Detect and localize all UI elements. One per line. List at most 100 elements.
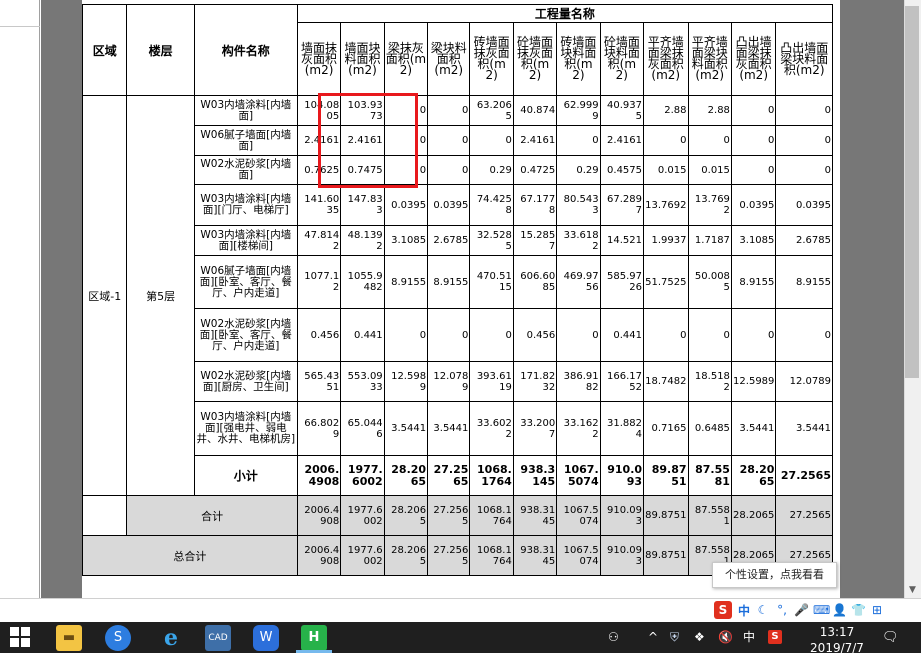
value-cell: 12.0789 <box>775 361 833 402</box>
value-cell: 40.874 <box>512 95 558 126</box>
total-value-cell: 1067.5074 <box>556 495 601 536</box>
column-header: 墙面块料面积(m2) <box>340 22 385 96</box>
value-cell: 8.9155 <box>427 255 471 309</box>
subtotal-value-cell: 1977.6002 <box>340 455 385 496</box>
value-cell: 2.4161 <box>512 125 558 156</box>
value-cell: 0 <box>730 125 777 156</box>
component-name-cell: W02水泥砂浆[内墙面][卧室、客厅、餐厅、户内走道] <box>193 308 298 362</box>
total-value-cell: 27.2565 <box>775 495 833 536</box>
tray-chevron-up-icon[interactable]: ^ <box>648 629 658 645</box>
internet-explorer-icon[interactable]: e <box>158 625 184 651</box>
value-cell: 13.7692 <box>643 184 689 226</box>
sogou-logo-icon[interactable]: S <box>714 601 732 619</box>
dropbox-icon[interactable]: ❖ <box>694 629 705 645</box>
grand-total-value-cell: 27.2565 <box>427 535 471 576</box>
value-cell: 8.9155 <box>383 255 429 309</box>
total-value-cell: 28.2065 <box>730 495 777 536</box>
notification-icon[interactable]: 🗨 <box>882 630 899 646</box>
value-cell: 31.8824 <box>599 401 645 456</box>
grid-icon[interactable]: ⊞ <box>870 603 884 617</box>
value-cell: 0 <box>643 125 689 156</box>
table-row: W03内墙涂料[内墙面][楼梯间] 47.8142 48.1392 3.1085 2.6… <box>83 225 833 256</box>
value-cell: 553.0933 <box>340 361 385 402</box>
shirt-icon[interactable]: 👕 <box>851 603 866 617</box>
component-name-cell: W06腻子墙面[内墙面] <box>193 125 298 156</box>
scrollbar-thumb[interactable] <box>905 6 919 378</box>
people-icon[interactable]: ⚇ <box>608 629 619 645</box>
value-cell: 0 <box>730 155 777 185</box>
value-cell: 18.5182 <box>687 361 732 402</box>
table-row: W02水泥砂浆[内墙面] 0.7625 0.7475 0 0 0.29 0.4725 0.29… <box>83 155 833 185</box>
table-row: W02水泥砂浆[内墙面][卧室、客厅、餐厅、户内走道] 0.456 0.441 0 0 0… <box>83 308 833 362</box>
punctuation-icon[interactable]: °, <box>775 603 789 617</box>
value-cell: 33.2007 <box>512 401 558 456</box>
total-label: 合计 <box>126 495 298 536</box>
wps-icon[interactable]: W <box>253 625 279 651</box>
value-cell: 0 <box>643 308 689 362</box>
value-cell: 0.456 <box>512 308 558 362</box>
value-cell: 3.5441 <box>427 401 471 456</box>
input-language-indicator[interactable]: 中 <box>743 629 755 645</box>
grand-total-value-cell: 1068.1764 <box>469 535 514 576</box>
component-name-cell: W02水泥砂浆[内墙面][厨房、卫生间] <box>193 361 298 402</box>
volume-muted-icon[interactable]: 🔇 <box>718 629 733 645</box>
total-value-cell: 87.5581 <box>687 495 732 536</box>
value-cell: 0.456 <box>296 308 342 362</box>
total-value-cell: 910.093 <box>599 495 645 536</box>
column-header: 梁块料面积(m2) <box>427 22 471 96</box>
value-cell: 62.9999 <box>556 95 601 126</box>
total-value-cell: 27.2565 <box>427 495 471 536</box>
shield-icon[interactable]: ⛨ <box>670 629 679 645</box>
header-quantity-group: 工程量名称 <box>296 4 834 23</box>
value-cell: 3.5441 <box>383 401 429 456</box>
value-cell: 0 <box>775 95 833 126</box>
value-cell: 0 <box>469 308 514 362</box>
value-cell: 18.7482 <box>643 361 689 402</box>
value-cell: 32.5285 <box>469 225 514 256</box>
value-cell: 3.5441 <box>775 401 833 456</box>
value-cell: 12.0789 <box>427 361 471 402</box>
glodon-app-icon[interactable]: H <box>301 625 327 651</box>
value-cell: 0.6485 <box>687 401 732 456</box>
value-cell: 0 <box>730 308 777 362</box>
table-row: 区域-1 第5层 W03内墙涂料[内墙面] 104.0805 103.9373 0 0 63.… <box>82 95 833 496</box>
total-value-cell: 2006.4908 <box>296 495 342 536</box>
grand-total-value-cell: 910.093 <box>599 535 645 576</box>
value-cell: 0 <box>556 125 601 156</box>
cad-app-icon[interactable]: CAD <box>205 625 231 651</box>
value-cell: 2.6785 <box>775 225 833 256</box>
scroll-down-button[interactable]: ▼ <box>905 582 920 598</box>
value-cell: 3.1085 <box>730 225 777 256</box>
user-icon[interactable]: 👤 <box>832 603 847 617</box>
clock-time[interactable]: 13:17 <box>812 625 862 639</box>
mic-icon[interactable]: 🎤 <box>794 603 809 617</box>
sogou-browser-icon[interactable]: S <box>105 625 131 651</box>
left-panel <box>0 0 40 598</box>
file-explorer-icon[interactable]: ▬ <box>56 625 82 651</box>
value-cell: 8.9155 <box>730 255 777 309</box>
subtotal-label: 小计 <box>193 455 298 496</box>
value-cell: 393.6119 <box>469 361 514 402</box>
value-cell: 48.1392 <box>340 225 385 256</box>
subtotal-value-cell: 27.2565 <box>775 455 833 496</box>
value-cell: 141.6035 <box>296 184 342 226</box>
header-component: 构件名称 <box>193 4 298 96</box>
sogou-tray-icon[interactable]: S <box>768 630 782 644</box>
value-cell: 0.0395 <box>427 184 471 226</box>
total-value-cell: 89.8751 <box>643 495 689 536</box>
report-sheet: 区域 楼层 构件名称 工程量名称 墙面抹灰面积(m2) 墙面块料面积(m2) 梁抹灰… <box>82 0 840 598</box>
clock-date[interactable]: 2019/7/7 <box>806 641 868 653</box>
floor-cell: 第5层 <box>126 95 195 496</box>
moon-icon[interactable]: ☾ <box>756 603 770 617</box>
left-gutter <box>41 0 82 598</box>
value-cell: 33.1622 <box>556 401 601 456</box>
windows-start-icon[interactable] <box>10 627 32 649</box>
subtotal-value-cell: 28.2065 <box>730 455 777 496</box>
component-name-cell: W03内墙涂料[内墙面][强电井、弱电井、水井、电梯机房] <box>193 401 298 456</box>
component-name-cell: W03内墙涂料[内墙面] <box>193 95 298 126</box>
keyboard-icon[interactable]: ⌨ <box>813 603 830 617</box>
value-cell: 2.88 <box>687 95 732 126</box>
column-header: 梁抹灰面积(m2) <box>383 22 429 96</box>
column-header: 平齐墙面梁块料面积(m2) <box>687 22 732 96</box>
ime-mode-toggle[interactable]: 中 <box>737 602 751 619</box>
